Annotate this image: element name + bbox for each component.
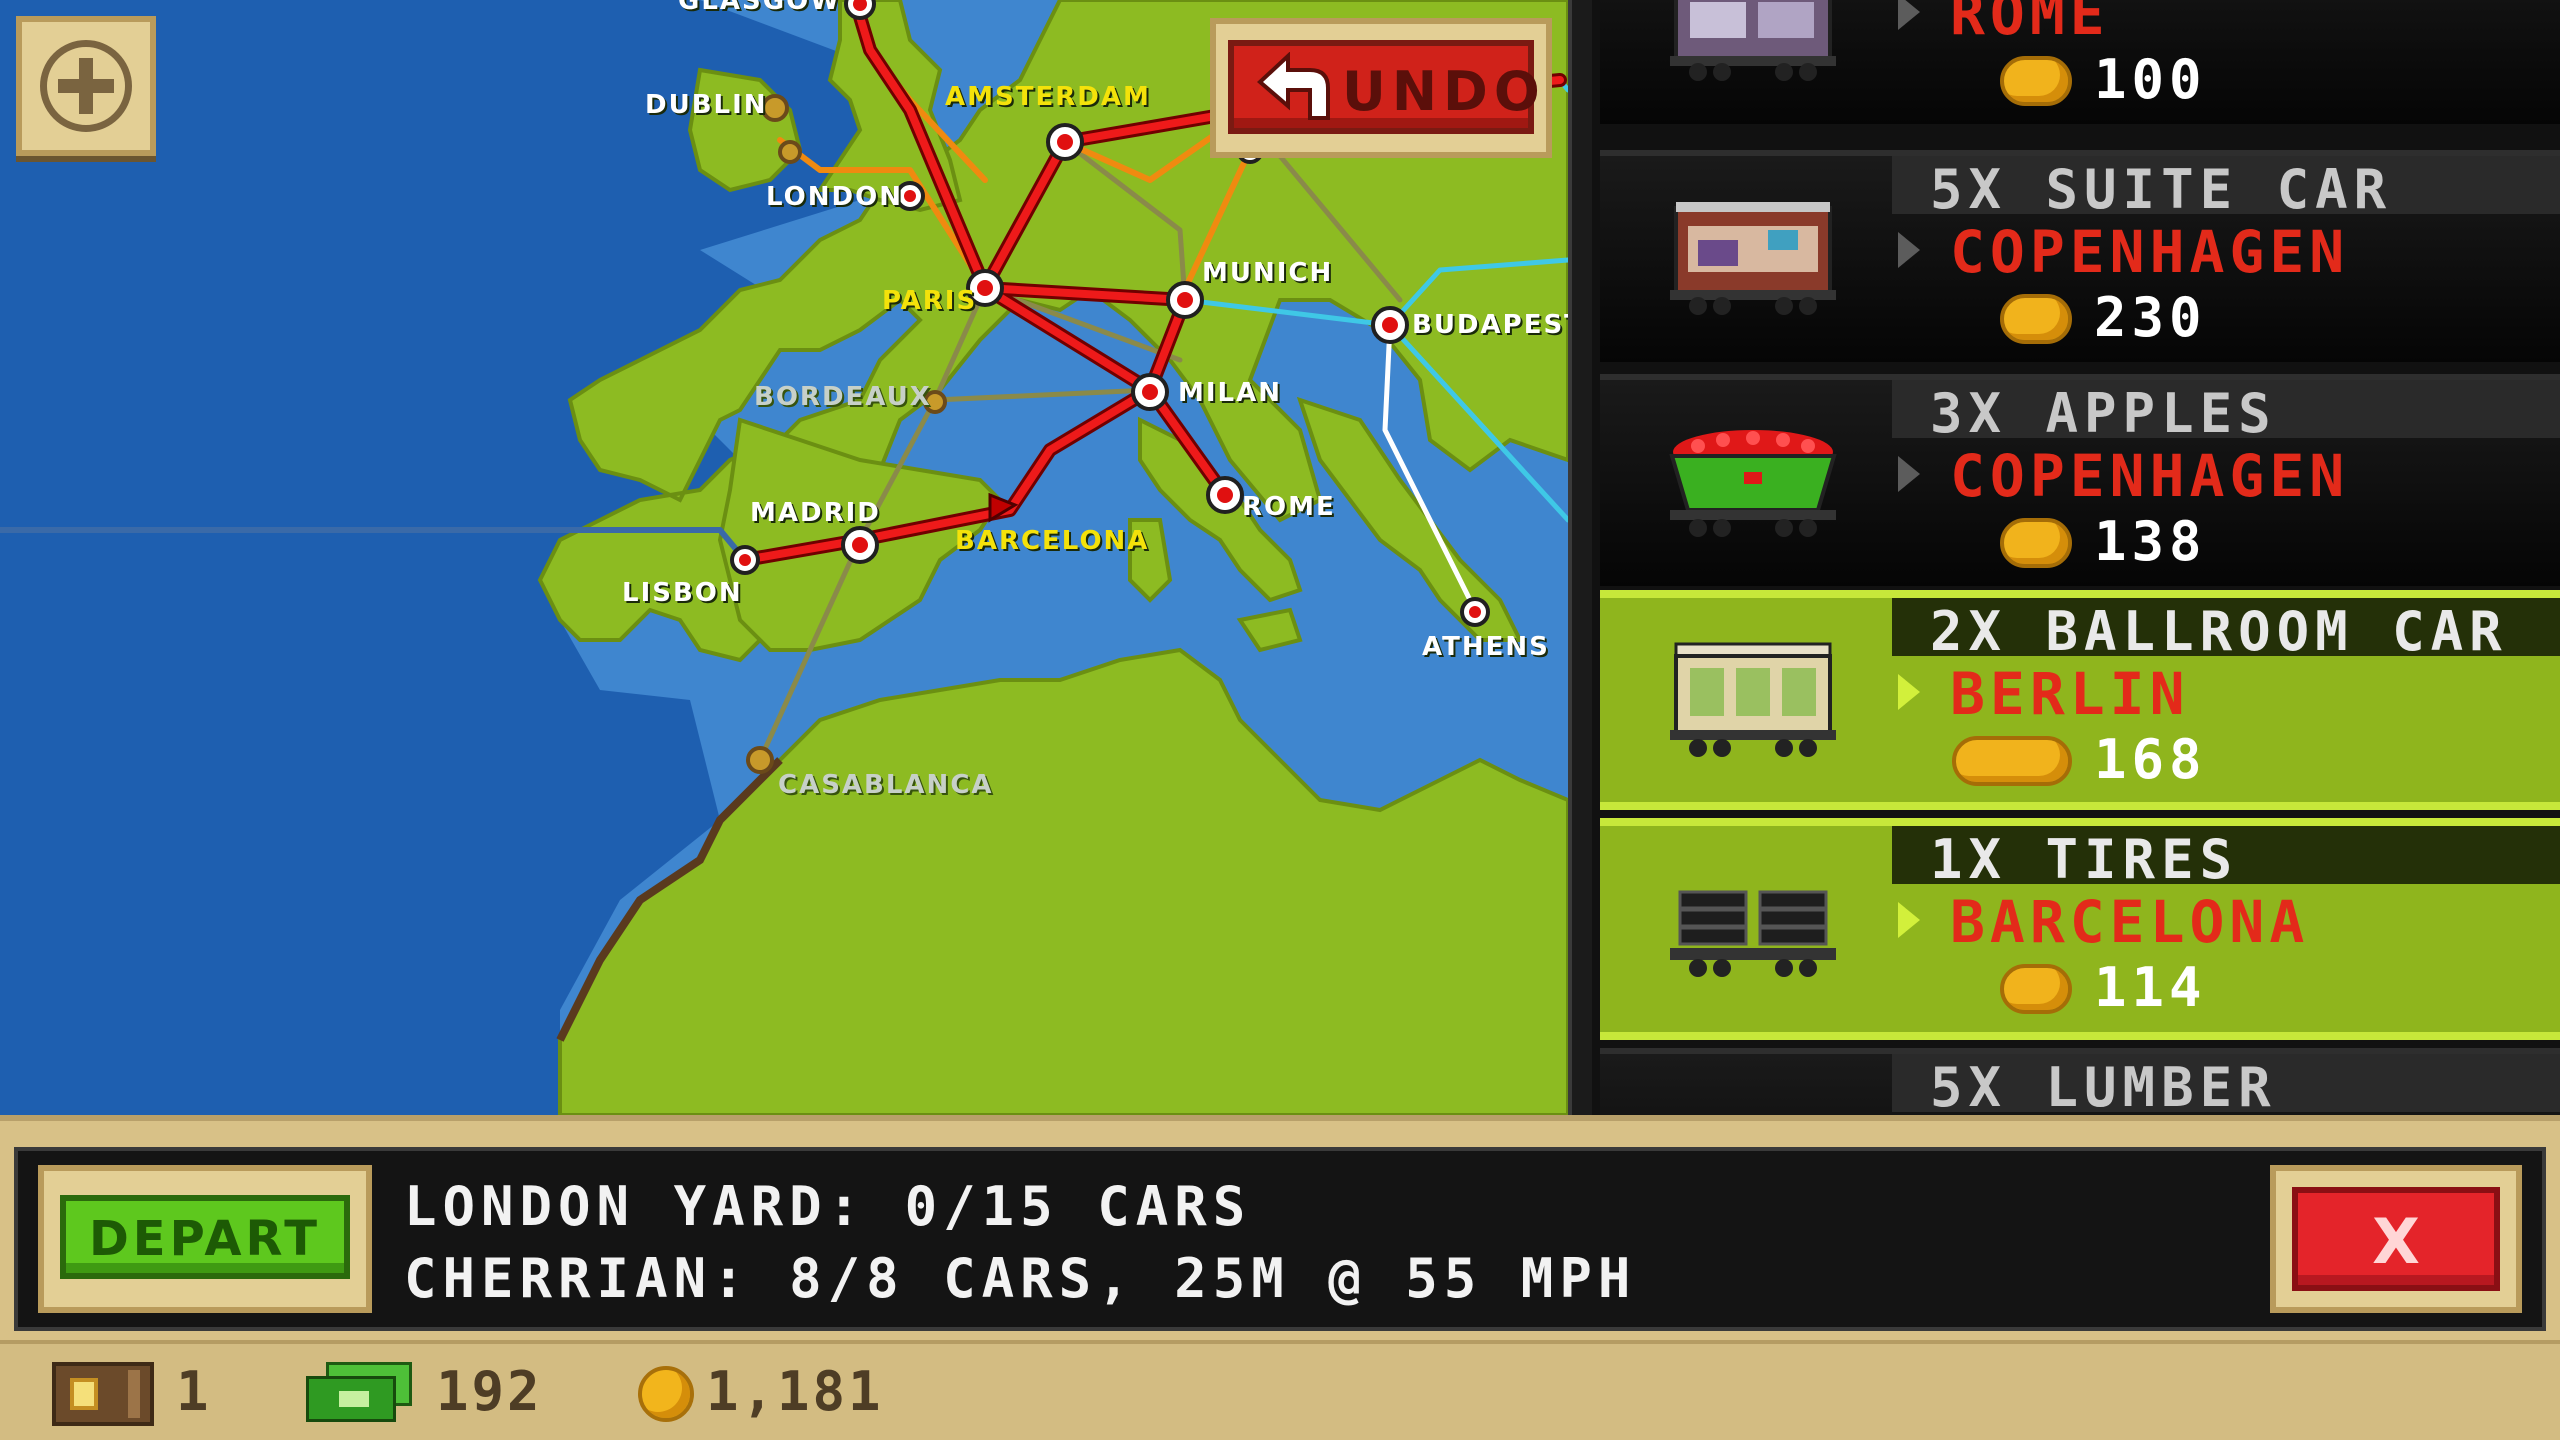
hopper-car-icon [1669,430,1837,537]
cash-amount: 192 [436,1360,543,1423]
ballroom-car-icon [1670,642,1836,757]
cargo-name: 2X BALLROOM CAR [1930,600,2508,663]
city-label-barcelona: BARCELONA [955,526,1150,556]
suite-car-icon [1670,0,1836,81]
coin-icon [2000,56,2072,106]
undo-button[interactable]: UNDO [1228,40,1540,134]
cargo-item-selected[interactable]: 2X BALLROOM CAR BERLIN 168 [1600,590,2560,810]
city-label-london: LONDON [766,182,903,212]
resource-bar: 1 192 1,181 [0,1340,2560,1440]
cargo-name: 5X LUMBER [1930,1056,2277,1115]
undo-arrow-icon [1256,52,1330,120]
cargo-reward: 230 [2094,286,2207,349]
depart-button[interactable]: DEPART [60,1195,350,1279]
cargo-destination: BERLIN [1950,660,2190,728]
train-status: CHERRIAN: 8/8 CARS, 25M @ 55 MPH [404,1247,1637,1310]
city-label-madrid: MADRID [750,498,881,528]
depart-label: DEPART [88,1211,322,1267]
cargo-reward: 114 [2094,956,2207,1019]
cargo-destination: COPENHAGEN [1950,218,2350,286]
cargo-item-selected[interactable]: 1X TIRES BARCELONA 114 [1600,818,2560,1040]
cargo-reward: 168 [2094,728,2207,791]
chevron-right-icon [1898,232,1920,268]
coin-icon [2000,294,2072,344]
cargo-name: 1X TIRES [1930,828,2239,891]
chevron-right-icon [1898,674,1920,710]
cargo-destination: COPENHAGEN [1950,442,2350,510]
coin-stack-icon [1952,736,2072,786]
city-label-glasgow: GLASGOW [678,0,841,16]
city-label-budapest: BUDAPEST [1412,310,1568,340]
cargo-item[interactable]: ROME 100 [1600,0,2560,124]
europe-map[interactable]: GLASGOW DUBLIN AMSTERDAM LONDON PARIS MU… [0,0,1568,1115]
tickets-count: 1 [176,1360,212,1423]
panel-divider [1568,0,1592,1115]
undo-label: UNDO [1342,60,1546,123]
close-button[interactable]: X [2292,1187,2500,1291]
cargo-destination: BARCELONA [1950,888,2310,956]
ticket-icon [52,1362,154,1426]
city-label-casablanca: CASABLANCA [778,770,994,800]
coins-amount: 1,181 [706,1360,884,1423]
train-dispatch-panel: DEPART LONDON YARD: 0/15 CARS CHERRIAN: … [0,1115,2560,1340]
map-terrain [0,0,1568,1115]
coin-icon [2000,518,2072,568]
cargo-destination: ROME [1950,0,2110,48]
chevron-right-icon [1898,0,1920,30]
cargo-item[interactable]: 5X SUITE CAR COPENHAGEN 230 [1600,150,2560,362]
city-label-milan: MILAN [1178,378,1282,408]
city-label-athens: ATHENS [1422,632,1550,662]
flatcar-tires-icon [1670,890,1836,977]
yard-status: LONDON YARD: 0/15 CARS [404,1175,1252,1238]
cargo-reward: 138 [2094,510,2207,573]
cargo-name: 5X SUITE CAR [1930,158,2393,221]
cargo-item[interactable]: 5X LUMBER [1600,1048,2560,1115]
chevron-right-icon [1898,902,1920,938]
city-label-lisbon: LISBON [622,578,743,608]
cargo-name: 3X APPLES [1930,382,2277,445]
close-icon: X [2372,1205,2420,1278]
cash-icon [306,1362,412,1424]
cargo-list[interactable]: ROME 100 5X SUITE CAR COPENHAGEN 230 3X … [1592,0,2560,1115]
city-label-amsterdam: AMSTERDAM [945,82,1151,112]
suite-car-icon [1670,202,1836,315]
coin-icon [638,1366,694,1422]
city-label-bordeaux: BORDEAUX [754,382,932,412]
coin-icon [2000,964,2072,1014]
city-label-dublin: DUBLIN [645,90,768,120]
undo-button-frame: UNDO [1210,18,1552,158]
close-button-frame: X [2270,1165,2522,1313]
city-label-munich: MUNICH [1202,258,1334,288]
cargo-item[interactable]: 3X APPLES COPENHAGEN 138 [1600,374,2560,586]
zoom-in-button[interactable] [16,16,156,156]
chevron-right-icon [1898,456,1920,492]
cargo-reward: 100 [2094,48,2207,111]
depart-button-frame: DEPART [38,1165,372,1313]
city-label-paris: PARIS [882,286,978,316]
city-label-rome: ROME [1242,492,1336,522]
